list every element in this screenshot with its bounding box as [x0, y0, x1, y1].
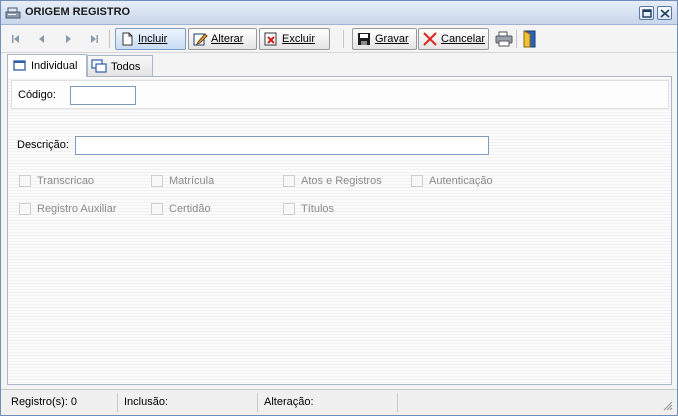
checkbox-label: Transcricao	[37, 175, 95, 187]
toolbar-separator	[516, 30, 517, 48]
codigo-field[interactable]	[70, 86, 136, 105]
codigo-section: Código:	[11, 80, 669, 109]
cancel-icon	[422, 31, 438, 47]
tab-bar: Individual Todos	[7, 54, 673, 77]
tab-todos[interactable]: Todos	[87, 55, 153, 77]
status-bar: Registro(s): 0 Inclusão: Alteração:	[1, 389, 677, 415]
resize-grip-icon[interactable]	[661, 399, 673, 411]
delete-icon	[263, 31, 279, 47]
tab-individual-label: Individual	[31, 60, 78, 72]
tab-individual[interactable]: Individual	[7, 54, 87, 77]
incluir-label: Incluir	[138, 33, 168, 45]
first-record-button[interactable]	[7, 30, 25, 48]
gravar-button[interactable]: Gravar	[352, 28, 417, 50]
title-bar[interactable]: ORIGEM REGISTRO	[1, 1, 677, 25]
cancelar-label: Cancelar	[441, 33, 486, 45]
window-title: ORIGEM REGISTRO	[25, 6, 131, 18]
status-registros: Registro(s): 0	[5, 393, 118, 412]
first-record-icon	[12, 35, 19, 43]
next-record-button[interactable]	[59, 30, 77, 48]
gravar-label: Gravar	[375, 33, 409, 45]
checkbox-box[interactable]	[283, 175, 295, 187]
descricao-field[interactable]	[75, 136, 489, 155]
new-document-icon	[119, 31, 135, 47]
edit-icon	[192, 31, 208, 47]
next-record-icon	[66, 35, 71, 43]
exit-button[interactable]	[521, 29, 539, 48]
codigo-label: Código:	[18, 89, 56, 101]
restore-button[interactable]	[639, 6, 654, 20]
printer-icon	[495, 31, 513, 47]
multiple-windows-icon	[91, 58, 107, 73]
toolbar-separator	[109, 30, 110, 48]
cancelar-button[interactable]: Cancelar	[418, 28, 489, 50]
checkbox-autenticacao[interactable]: Autenticação	[411, 175, 493, 187]
checkbox-label: Títulos	[301, 203, 335, 215]
checkbox-box[interactable]	[411, 175, 423, 187]
previous-record-icon	[39, 35, 44, 43]
individual-panel: Código: Descrição: Transcricao Matrícula…	[7, 76, 672, 385]
alterar-button[interactable]: Alterar	[188, 28, 257, 50]
descricao-label: Descrição:	[17, 139, 69, 151]
close-icon	[660, 9, 670, 18]
checkbox-transcricao[interactable]: Transcricao	[19, 175, 94, 187]
excluir-label: Excluir	[282, 33, 316, 45]
status-alteracao: Alteração:	[258, 393, 398, 412]
scanner-icon	[5, 5, 21, 21]
checkbox-box[interactable]	[151, 175, 163, 187]
last-record-button[interactable]	[85, 30, 103, 48]
checkbox-box[interactable]	[151, 203, 163, 215]
checkbox-registro-auxiliar[interactable]: Registro Auxiliar	[19, 203, 116, 215]
print-button[interactable]	[494, 29, 513, 47]
checkbox-label: Matrícula	[169, 175, 215, 187]
single-window-icon	[13, 60, 26, 71]
checkbox-box[interactable]	[19, 175, 31, 187]
restore-icon	[642, 9, 652, 18]
alterar-label: Alterar	[211, 33, 244, 45]
checkbox-titulos[interactable]: Títulos	[283, 203, 334, 215]
checkbox-label: Atos e Registros	[301, 175, 382, 187]
checkbox-label: Registro Auxiliar	[37, 203, 117, 215]
save-icon	[356, 31, 372, 47]
checkbox-certidao[interactable]: Certidão	[151, 203, 211, 215]
excluir-button[interactable]: Excluir	[259, 28, 330, 50]
checkbox-atos-e-registros[interactable]: Atos e Registros	[283, 175, 382, 187]
status-inclusao: Inclusão:	[118, 393, 258, 412]
toolbar-separator	[343, 30, 344, 48]
previous-record-button[interactable]	[33, 30, 51, 48]
incluir-button[interactable]: Incluir	[115, 28, 186, 50]
checkbox-box[interactable]	[19, 203, 31, 215]
exit-door-icon	[523, 30, 536, 48]
last-record-icon	[91, 35, 98, 43]
toolbar: Incluir Alterar Excluir Gravar Cancelar	[1, 26, 677, 53]
checkbox-label: Autenticação	[429, 175, 493, 187]
checkbox-label: Certidão	[169, 203, 211, 215]
close-button[interactable]	[657, 6, 672, 20]
checkbox-box[interactable]	[283, 203, 295, 215]
tab-todos-label: Todos	[111, 60, 141, 73]
main-window: ORIGEM REGISTRO Incluir Alterar Excluir …	[0, 0, 678, 416]
checkbox-matricula[interactable]: Matrícula	[151, 175, 214, 187]
